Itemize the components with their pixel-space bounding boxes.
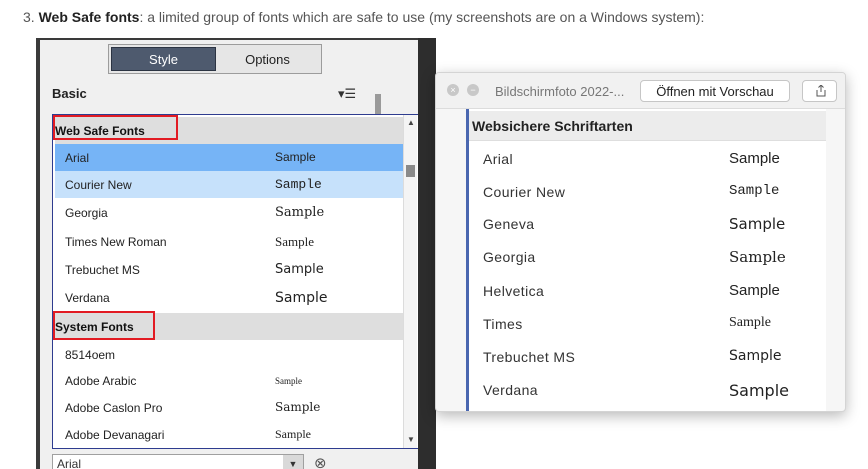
scroll-up-icon[interactable]: ▲ [404, 117, 418, 129]
dropdown-scrollbar[interactable]: ▲ ▼ [403, 115, 417, 448]
list-item[interactable]: Arial Sample [469, 143, 826, 176]
open-with-preview-button[interactable]: Öffnen mit Vorschau [640, 80, 790, 102]
scroll-down-icon[interactable]: ▼ [404, 434, 418, 446]
list-item[interactable]: Adobe Caslon Pro Sample [55, 394, 405, 421]
list-item[interactable]: Georgia Sample [469, 241, 826, 274]
red-highlight-box [53, 115, 178, 140]
font-family-select[interactable]: Arial ▼ [52, 454, 304, 469]
list-item[interactable]: Adobe Arabic Sample [55, 367, 405, 394]
share-icon [816, 85, 826, 97]
share-button[interactable] [802, 80, 837, 102]
list-item[interactable]: 8514oem [55, 341, 405, 368]
list-item[interactable]: Trebuchet MS Sample [55, 256, 405, 283]
list-item[interactable]: Georgia Sample [55, 199, 405, 226]
chevron-down-icon[interactable]: ▼ [283, 455, 303, 469]
file-name: Bildschirmfoto 2022-... [495, 84, 625, 99]
dropdown-scrollbar-thumb[interactable] [406, 165, 415, 177]
list-item[interactable]: Times Sample [469, 308, 826, 341]
list-item[interactable]: Verdana Sample [55, 284, 405, 311]
hamburger-sort-icon[interactable]: ▾☰ [338, 86, 356, 102]
caption-text: 3. Web Safe fonts: a limited group of fo… [23, 9, 704, 25]
section-label-basic: Basic [52, 86, 87, 101]
list-item[interactable]: Verdana Sample [469, 374, 826, 407]
list-item[interactable]: Courier New Sample [469, 176, 826, 209]
style-panel: Style Options Basic ▾☰ Web Safe Fonts Ar… [40, 40, 419, 469]
list-item[interactable]: Courier New Sample [55, 171, 405, 198]
caption-prefix: 3. [23, 9, 39, 25]
list-item[interactable]: Helvetica Sample [469, 275, 826, 308]
list-item[interactable]: Arial Sample [55, 144, 405, 171]
mac-titlebar: × − Bildschirmfoto 2022-... Öffnen mit V… [436, 73, 845, 109]
minimize-icon[interactable]: − [467, 84, 479, 96]
windows-screenshot: Style Options Basic ▾☰ Web Safe Fonts Ar… [36, 38, 436, 469]
caption-rest: : a limited group of fonts which are saf… [139, 9, 705, 25]
list-item[interactable]: Trebuchet MS Sample [469, 341, 826, 374]
font-select-value: Arial [57, 457, 82, 469]
close-icon[interactable]: × [447, 84, 459, 96]
list-item[interactable]: Times New Roman Sample [55, 228, 405, 255]
font-dropdown-list[interactable]: Web Safe Fonts Arial Sample Courier New Sa… [52, 114, 419, 449]
list-item[interactable]: Adobe Devanagari Sample [55, 421, 405, 448]
tab-options[interactable]: Options [216, 47, 319, 71]
caption-bold: Web Safe fonts [38, 9, 140, 25]
list-header: Websichere Schriftarten [469, 111, 826, 141]
red-highlight-box [53, 311, 155, 340]
list-item[interactable]: Geneva Sample [469, 208, 826, 241]
style-options-toggle: Style Options [108, 44, 322, 74]
font-settings-icon[interactable]: ⊗ [314, 454, 327, 469]
mac-preview-window: × − Bildschirmfoto 2022-... Öffnen mit V… [435, 72, 846, 412]
tab-style[interactable]: Style [111, 47, 216, 71]
window-background-strip [418, 38, 436, 469]
